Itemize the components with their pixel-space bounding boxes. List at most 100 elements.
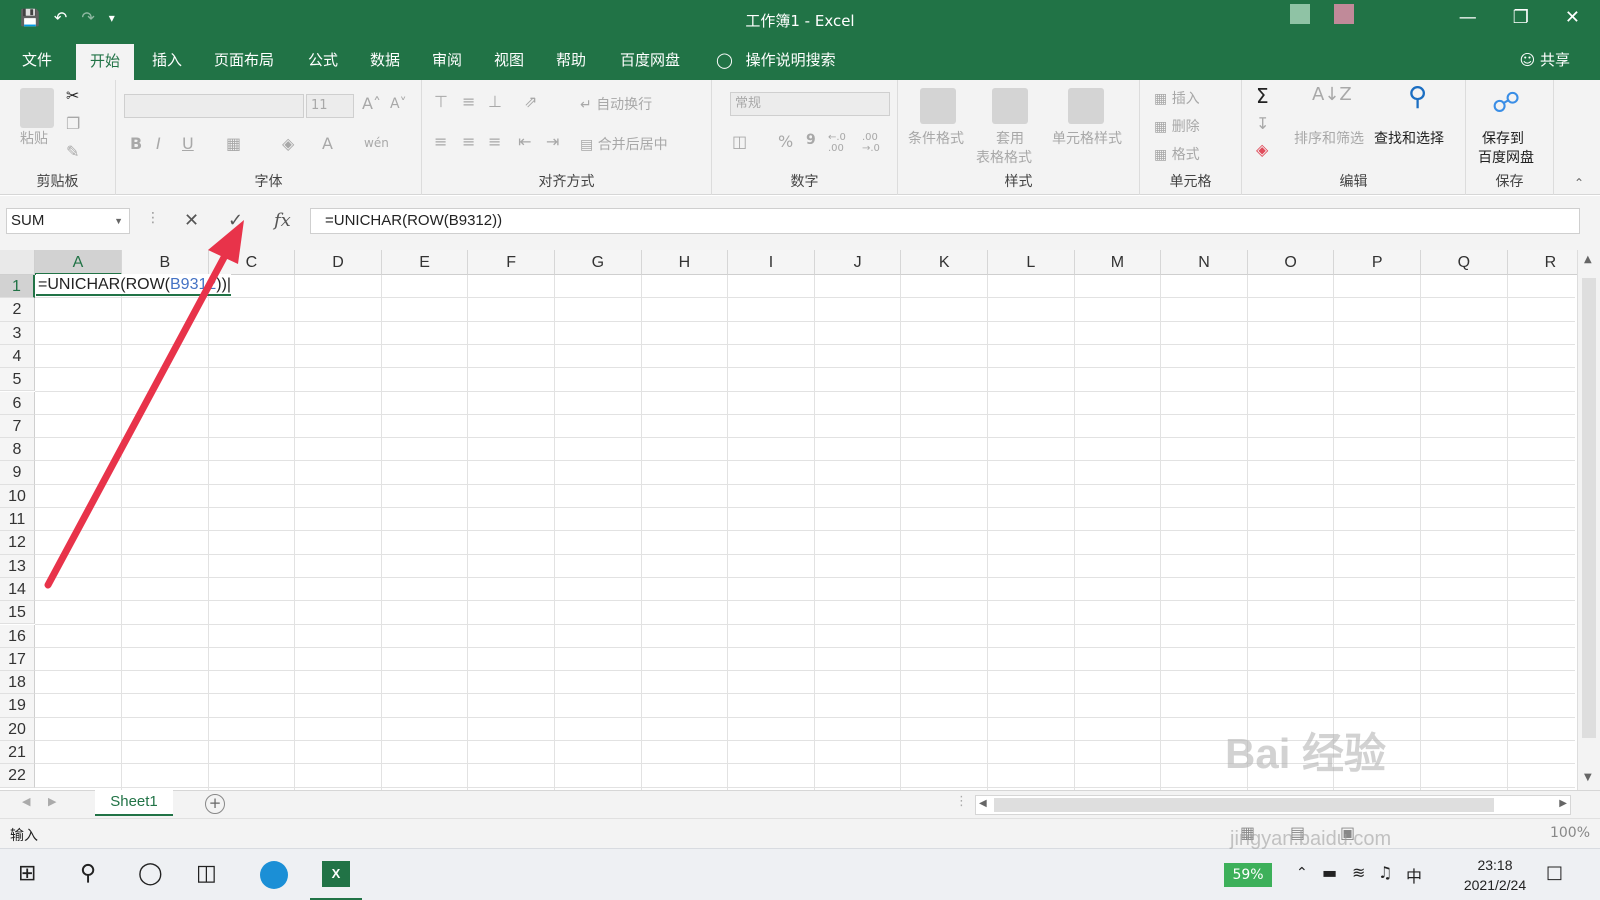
orientation-icon[interactable]: ⇗ — [524, 92, 537, 111]
column-header-l[interactable]: L — [988, 250, 1075, 275]
minimize-button[interactable]: — — [1459, 7, 1477, 28]
align-left-icon[interactable]: ≡ — [434, 132, 447, 151]
column-header-b[interactable]: B — [122, 250, 209, 275]
tab-data[interactable]: 数据 — [356, 40, 414, 80]
restore-button[interactable]: ❐ — [1513, 7, 1529, 28]
conditional-format-icon[interactable] — [920, 88, 956, 124]
add-sheet-button[interactable]: + — [205, 794, 225, 814]
paste-icon[interactable] — [20, 88, 54, 128]
row-header-13[interactable]: 13 — [0, 554, 35, 578]
font-name-combo[interactable] — [124, 94, 304, 118]
column-header-i[interactable]: I — [728, 250, 815, 275]
row-header-16[interactable]: 16 — [0, 624, 35, 648]
cell-styles-button[interactable]: 单元格样式 — [1052, 128, 1122, 148]
format-as-table-icon[interactable] — [992, 88, 1028, 124]
font-size-combo[interactable]: 11 — [306, 94, 354, 118]
row-header-20[interactable]: 20 — [0, 717, 35, 741]
column-header-o[interactable]: O — [1247, 250, 1335, 275]
search-icon[interactable]: ⚲ — [1408, 82, 1427, 112]
copy-icon[interactable]: ❐ — [66, 114, 80, 133]
decrease-decimal-button[interactable]: .00 →.0 — [862, 132, 892, 154]
underline-button[interactable]: U — [182, 134, 194, 153]
row-header-2[interactable]: 2 — [0, 298, 35, 322]
system-clock[interactable]: 23:18 2021/2/24 — [1440, 855, 1550, 895]
scroll-down-icon[interactable]: ▼ — [1584, 772, 1592, 783]
column-header-a[interactable]: A — [35, 250, 122, 275]
accounting-format-icon[interactable]: ◫ — [732, 132, 747, 151]
worksheet-grid[interactable]: A B C D E F G H I J K L M N O P Q R 1 2 3 4 5 6 7 8 9 10 11 12 13 14 15 1… — [0, 250, 1600, 790]
column-header-h[interactable]: H — [641, 250, 729, 275]
row-header-8[interactable]: 8 — [0, 438, 35, 462]
tab-page-layout[interactable]: 页面布局 — [200, 40, 288, 80]
comma-style-button[interactable]: 9 — [806, 132, 816, 148]
insert-cells-button[interactable]: ▦ 插入 — [1154, 88, 1200, 108]
task-view-icon[interactable]: ◫ — [196, 861, 217, 886]
tab-file[interactable]: 文件 — [8, 40, 66, 80]
increase-decimal-button[interactable]: ←.0 .00 — [828, 132, 858, 154]
row-header-4[interactable]: 4 — [0, 344, 35, 369]
row-header-7[interactable]: 7 — [0, 414, 35, 439]
borders-icon[interactable]: ▦ — [226, 134, 241, 153]
excel-taskbar-icon[interactable]: X — [310, 849, 362, 900]
cancel-button[interactable]: ✕ — [184, 210, 199, 231]
save-to-netdisk-line2[interactable]: 百度网盘 — [1478, 147, 1534, 167]
select-all-corner[interactable] — [0, 250, 35, 275]
wrap-text-button[interactable]: ↵ 自动换行 — [580, 94, 652, 114]
row-header-15[interactable]: 15 — [0, 601, 35, 625]
scroll-up-icon[interactable]: ▲ — [1584, 254, 1592, 265]
row-header-21[interactable]: 21 — [0, 741, 35, 765]
battery-icon[interactable]: ▬ — [1322, 863, 1337, 882]
split-handle-icon[interactable]: ⋮ — [955, 794, 968, 809]
enter-button[interactable]: ✓ — [228, 210, 243, 231]
tell-me-search[interactable]: ◯ 操作说明搜索 — [716, 40, 836, 80]
shrink-font-button[interactable]: A˅ — [390, 96, 407, 112]
autosum-icon[interactable]: Σ — [1256, 84, 1269, 108]
italic-button[interactable]: I — [156, 134, 161, 153]
column-header-e[interactable]: E — [381, 250, 469, 275]
percent-button[interactable]: % — [778, 132, 793, 151]
search-icon[interactable]: ⚲ — [80, 861, 96, 886]
find-select-button[interactable]: 查找和选择 — [1374, 128, 1444, 148]
align-center-icon[interactable]: ≡ — [462, 132, 475, 151]
align-right-icon[interactable]: ≡ — [488, 132, 501, 151]
edge-browser-icon[interactable] — [248, 849, 300, 900]
column-header-n[interactable]: N — [1161, 250, 1248, 275]
align-top-icon[interactable]: ⊤ — [434, 92, 448, 111]
ime-indicator[interactable]: 中 — [1406, 863, 1422, 887]
decrease-indent-icon[interactable]: ⇤ — [518, 132, 531, 151]
paste-button[interactable]: 粘贴 — [20, 128, 48, 148]
formula-input[interactable]: =UNICHAR(ROW(B9312)) — [310, 208, 1580, 234]
column-header-d[interactable]: D — [295, 250, 382, 275]
column-header-f[interactable]: F — [468, 250, 555, 275]
row-header-9[interactable]: 9 — [0, 461, 35, 485]
format-painter-icon[interactable]: ✎ — [66, 142, 79, 161]
bold-button[interactable]: B — [130, 134, 142, 153]
scroll-left-icon[interactable]: ◀ — [979, 798, 987, 809]
column-header-p[interactable]: P — [1334, 250, 1421, 275]
tab-formulas[interactable]: 公式 — [294, 40, 352, 80]
tab-view[interactable]: 视图 — [480, 40, 538, 80]
grow-font-button[interactable]: A˄ — [362, 94, 381, 113]
font-color-button[interactable]: A — [322, 134, 333, 153]
format-as-table-line2[interactable]: 表格格式 — [976, 147, 1032, 167]
row-header-10[interactable]: 10 — [0, 484, 35, 508]
battery-percentage[interactable]: 59% — [1224, 863, 1272, 887]
sheet-tab[interactable]: Sheet1 — [95, 790, 173, 816]
column-header-c[interactable]: C — [208, 250, 296, 275]
share-button[interactable]: ☺ 共享 — [1520, 40, 1570, 80]
row-header-19[interactable]: 19 — [0, 694, 35, 718]
column-header-k[interactable]: K — [901, 250, 988, 275]
cell-styles-icon[interactable] — [1068, 88, 1104, 124]
clear-icon[interactable]: ◈ — [1256, 140, 1268, 159]
column-header-g[interactable]: G — [555, 250, 642, 275]
number-format-combo[interactable]: 常规 — [730, 92, 890, 116]
conditional-format-button[interactable]: 条件格式 — [908, 128, 964, 148]
format-as-table-line1[interactable]: 套用 — [996, 128, 1024, 148]
insert-function-button[interactable]: fx — [274, 210, 291, 231]
cortana-icon[interactable]: ◯ — [138, 861, 163, 886]
column-header-j[interactable]: J — [814, 250, 902, 275]
baidu-netdisk-icon[interactable]: ☍ — [1492, 86, 1520, 119]
align-middle-icon[interactable]: ≡ — [462, 92, 475, 111]
row-header-5[interactable]: 5 — [0, 368, 35, 392]
row-header-14[interactable]: 14 — [0, 577, 35, 602]
